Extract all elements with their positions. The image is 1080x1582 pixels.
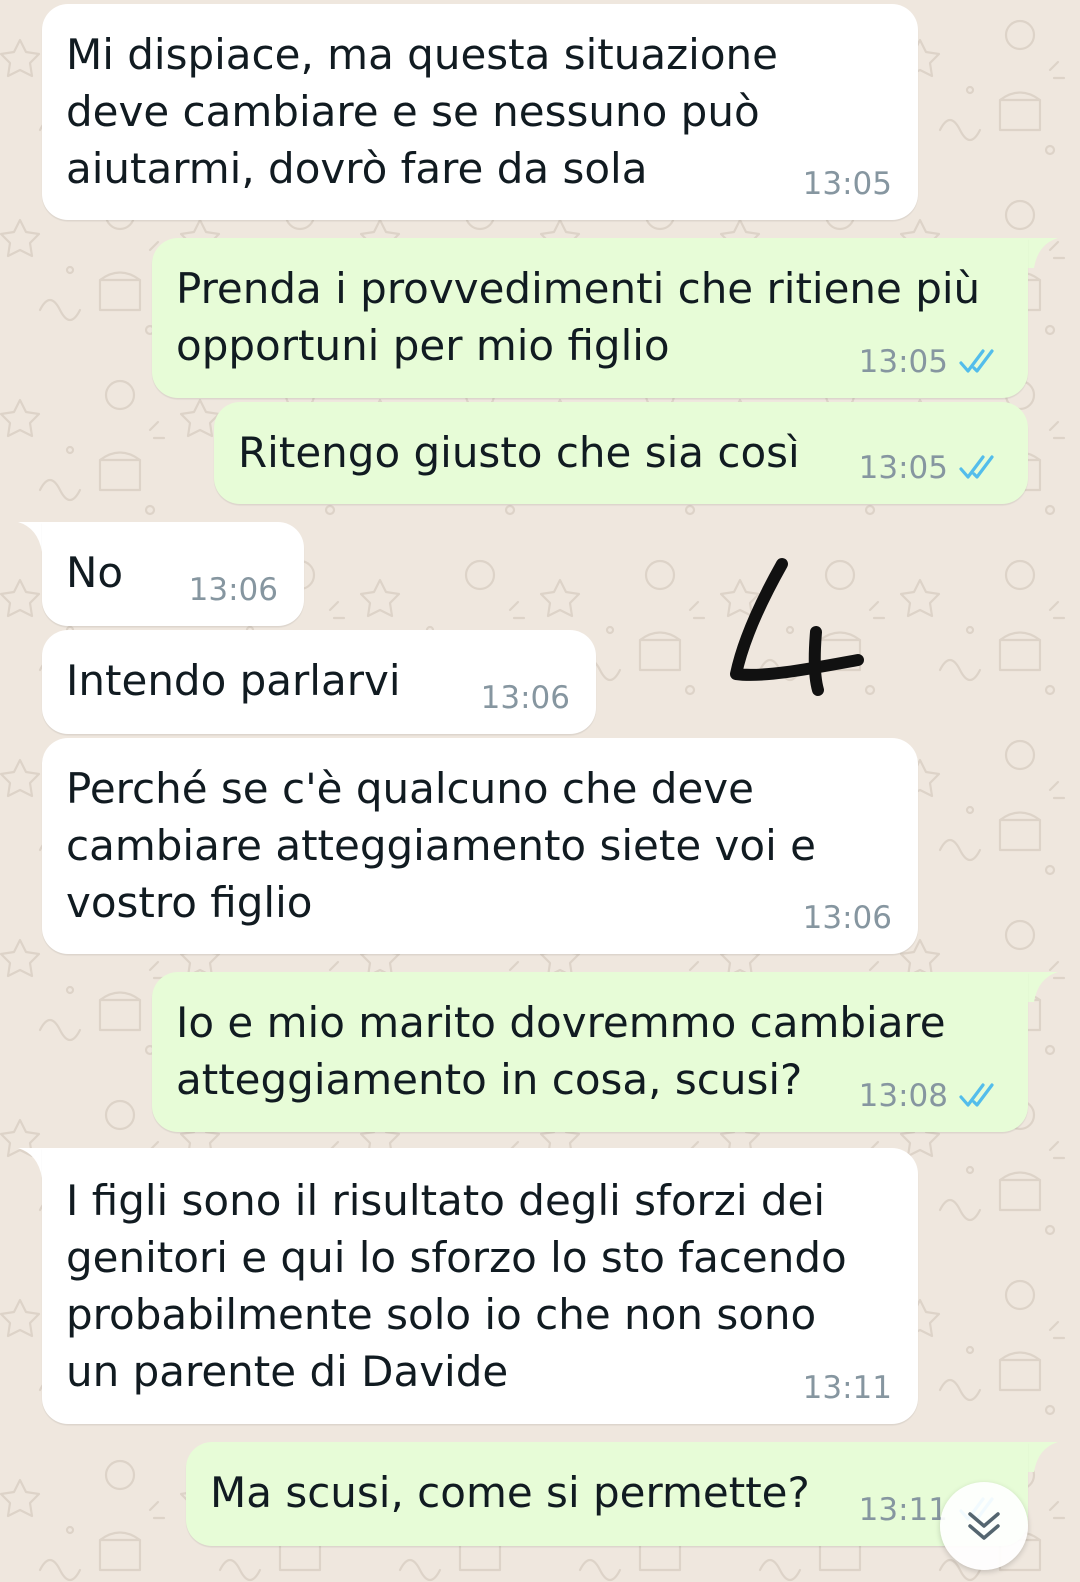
double-check-read-icon [959,1083,994,1107]
message-text: Ritengo giusto che sia così [238,428,800,477]
message-bubble-incoming[interactable]: No 13:06 [42,522,304,626]
message-time: 13:08 [858,1078,948,1114]
message-text: No [66,548,124,597]
message-bubble-outgoing[interactable]: Ritengo giusto che sia così 13:05 [214,402,1028,504]
message-text: Io e mio marito dovremmo cambiare attegg… [176,998,946,1104]
message-text: Intendo parlarvi [66,656,401,705]
double-chevron-down-icon [968,1512,1000,1540]
message-bubble-outgoing[interactable]: Prenda i provvedimenti che ritiene più o… [152,238,1028,398]
message-bubble-incoming[interactable]: Intendo parlarvi 13:06 [42,630,596,734]
message-bubble-incoming[interactable]: Perché se c'è qualcuno che deve cambiare… [42,738,918,954]
message-text: I figli sono il risultato degli sforzi d… [66,1176,847,1396]
message-time: 13:05 [858,344,948,380]
message-time: 13:05 [802,166,892,202]
message-bubble-outgoing[interactable]: Io e mio marito dovremmo cambiare attegg… [152,972,1028,1132]
message-bubble-outgoing[interactable]: Ma scusi, come si permette? 13:11 [186,1442,1028,1546]
message-bubble-incoming[interactable]: Mi dispiace, ma questa situazione deve c… [42,4,918,220]
message-time: 13:06 [188,572,278,608]
message-time: 13:06 [802,900,892,936]
double-check-read-icon [959,349,994,373]
handwritten-number-annotation [730,558,864,696]
message-time: 13:06 [480,680,570,716]
message-time: 13:11 [858,1492,948,1528]
message-time: 13:05 [858,450,948,486]
message-text: Ma scusi, come si permette? [210,1468,810,1517]
message-text: Perché se c'è qualcuno che deve cambiare… [66,764,816,927]
scroll-to-bottom-button[interactable] [940,1482,1028,1570]
message-text: Mi dispiace, ma questa situazione deve c… [66,30,778,193]
message-time: 13:11 [802,1370,892,1406]
double-check-read-icon [959,455,994,479]
message-bubble-incoming[interactable]: I figli sono il risultato degli sforzi d… [42,1148,918,1424]
